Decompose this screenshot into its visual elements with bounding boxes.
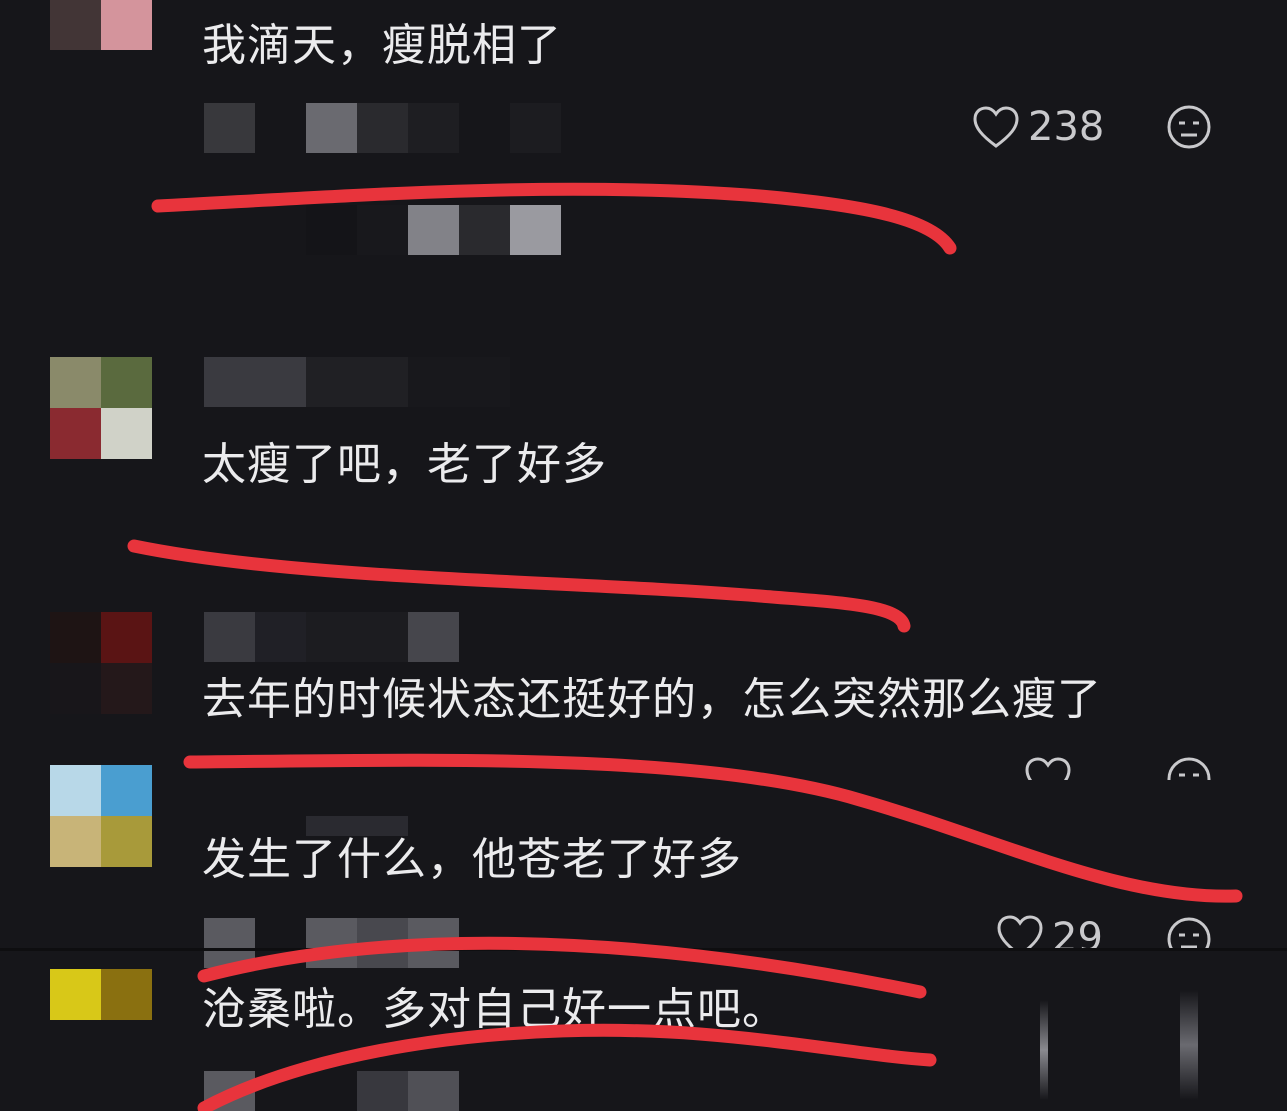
neutral-face-icon[interactable] [1166, 104, 1212, 150]
scroll-indicator [1040, 1000, 1048, 1100]
heart-outline-icon [972, 105, 1020, 149]
avatar[interactable] [50, 0, 152, 50]
comment-text: 我滴天，瘦脱相了 [202, 20, 562, 71]
divider [0, 948, 1287, 951]
comment-text: 发生了什么，他苍老了好多 [202, 834, 742, 885]
like-count: 238 [1028, 104, 1105, 150]
avatar[interactable] [50, 969, 152, 1020]
avatar[interactable] [50, 357, 152, 459]
like-button[interactable]: 29 [996, 914, 1103, 948]
avatar[interactable] [50, 765, 152, 867]
heart-outline-icon [996, 914, 1044, 948]
heart-outline-icon[interactable] [1024, 756, 1072, 780]
comment-text: 沧桑啦。多对自己好一点吧。 [202, 984, 787, 1035]
neutral-face-icon[interactable] [1166, 756, 1212, 780]
scroll-indicator [1180, 990, 1198, 1100]
neutral-face-icon[interactable] [1166, 916, 1212, 948]
avatar[interactable] [50, 612, 152, 714]
like-button[interactable]: 238 [972, 104, 1104, 150]
comment-text: 去年的时候状态还挺好的，怎么突然那么瘦了 [202, 674, 1102, 725]
like-count: 29 [1052, 915, 1103, 948]
annotation-stroke [197, 1023, 937, 1111]
comment-text: 太瘦了吧，老了好多 [202, 439, 607, 490]
